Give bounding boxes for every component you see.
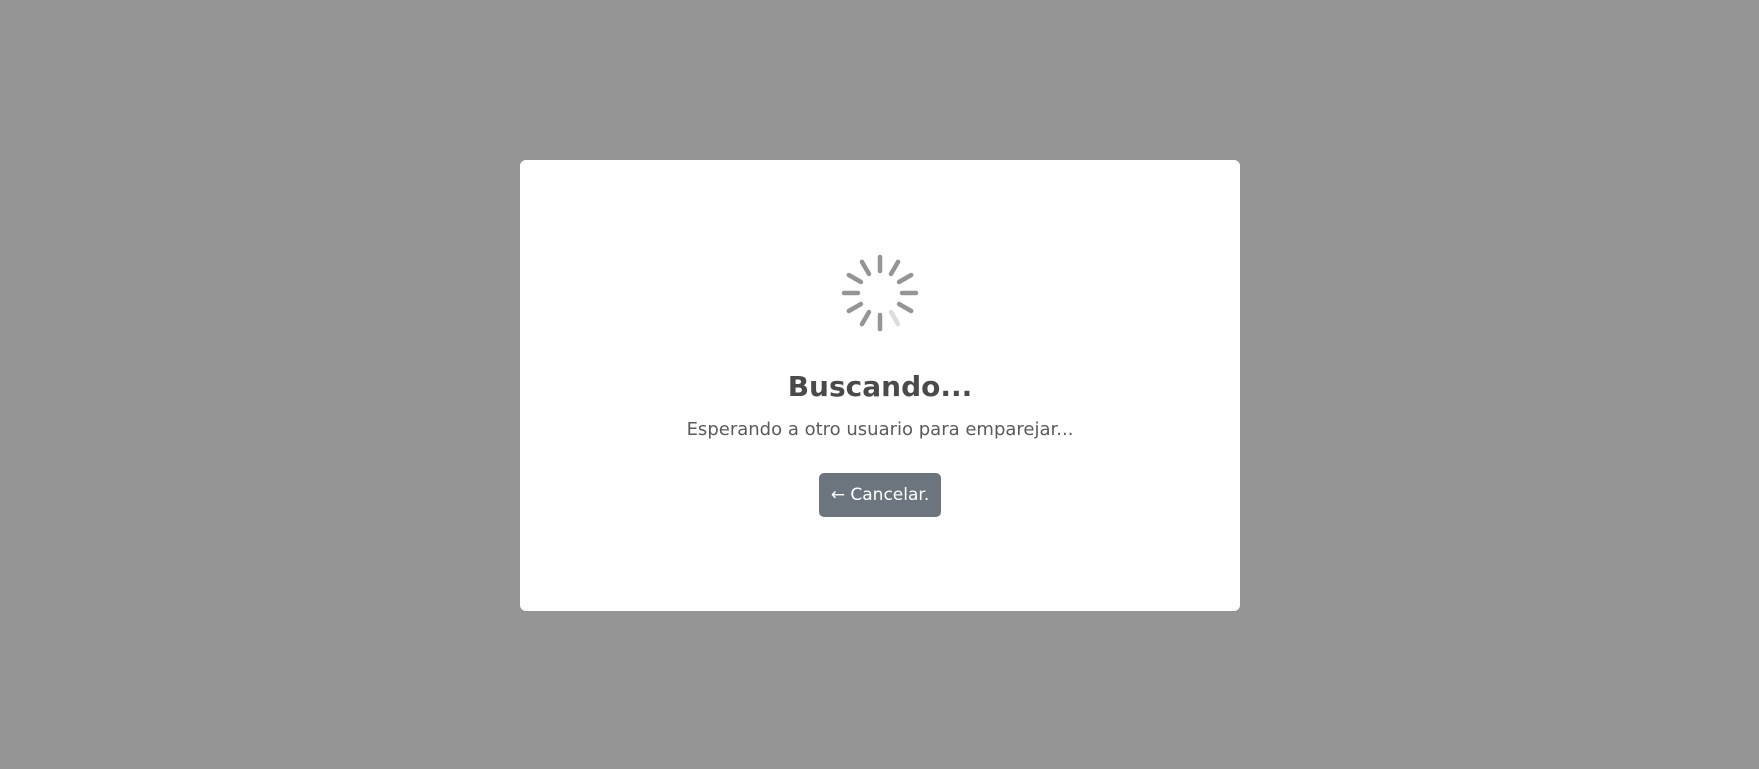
- search-modal: Buscando... Esperando a otro usuario par…: [520, 160, 1240, 611]
- loading-spinner-icon: [841, 254, 919, 332]
- spinner-spoke: [896, 301, 914, 314]
- spinner-spoke: [888, 259, 901, 277]
- spinner-spoke: [846, 301, 864, 314]
- spinner-spoke: [888, 309, 901, 327]
- spinner-spoke: [859, 309, 872, 327]
- cancel-button[interactable]: ← Cancelar.: [819, 473, 941, 517]
- spinner-spoke: [846, 272, 864, 285]
- spinner-spoke: [896, 272, 914, 285]
- modal-subtitle: Esperando a otro usuario para emparejar.…: [686, 419, 1074, 440]
- modal-title: Buscando...: [787, 370, 973, 403]
- spinner-spoke: [859, 259, 872, 277]
